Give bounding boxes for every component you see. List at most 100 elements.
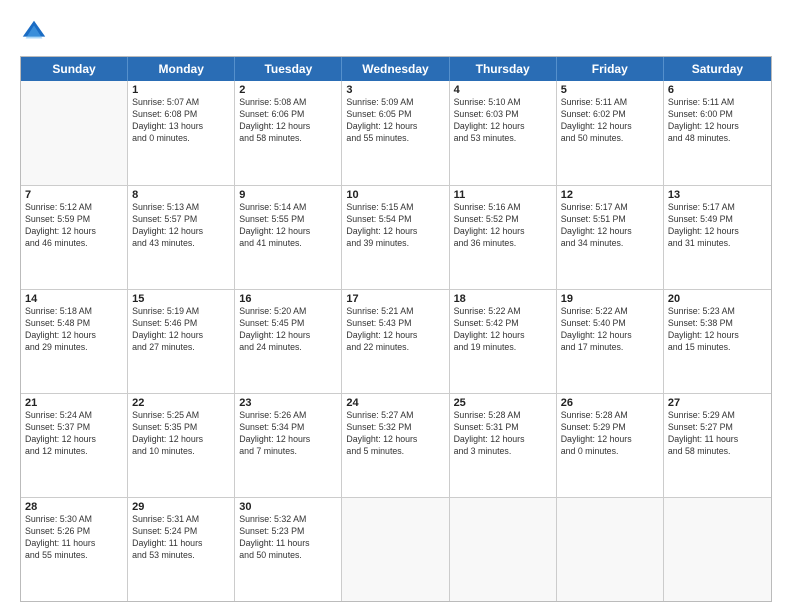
calendar-cell: 28Sunrise: 5:30 AM Sunset: 5:26 PM Dayli…	[21, 498, 128, 601]
calendar-cell: 21Sunrise: 5:24 AM Sunset: 5:37 PM Dayli…	[21, 394, 128, 497]
day-number: 17	[346, 293, 444, 305]
day-number: 21	[25, 397, 123, 409]
calendar-cell: 5Sunrise: 5:11 AM Sunset: 6:02 PM Daylig…	[557, 81, 664, 185]
day-number: 3	[346, 84, 444, 96]
day-number: 10	[346, 189, 444, 201]
calendar-cell: 2Sunrise: 5:08 AM Sunset: 6:06 PM Daylig…	[235, 81, 342, 185]
calendar-cell	[557, 498, 664, 601]
day-number: 19	[561, 293, 659, 305]
day-info: Sunrise: 5:21 AM Sunset: 5:43 PM Dayligh…	[346, 306, 444, 354]
day-info: Sunrise: 5:17 AM Sunset: 5:51 PM Dayligh…	[561, 202, 659, 250]
calendar-cell: 7Sunrise: 5:12 AM Sunset: 5:59 PM Daylig…	[21, 186, 128, 289]
day-info: Sunrise: 5:28 AM Sunset: 5:29 PM Dayligh…	[561, 410, 659, 458]
day-number: 27	[668, 397, 767, 409]
day-number: 22	[132, 397, 230, 409]
calendar-cell: 11Sunrise: 5:16 AM Sunset: 5:52 PM Dayli…	[450, 186, 557, 289]
calendar-cell: 13Sunrise: 5:17 AM Sunset: 5:49 PM Dayli…	[664, 186, 771, 289]
day-info: Sunrise: 5:24 AM Sunset: 5:37 PM Dayligh…	[25, 410, 123, 458]
day-info: Sunrise: 5:22 AM Sunset: 5:42 PM Dayligh…	[454, 306, 552, 354]
header-cell-friday: Friday	[557, 57, 664, 81]
day-info: Sunrise: 5:20 AM Sunset: 5:45 PM Dayligh…	[239, 306, 337, 354]
day-info: Sunrise: 5:10 AM Sunset: 6:03 PM Dayligh…	[454, 97, 552, 145]
page: SundayMondayTuesdayWednesdayThursdayFrid…	[0, 0, 792, 612]
day-number: 6	[668, 84, 767, 96]
header-cell-thursday: Thursday	[450, 57, 557, 81]
day-info: Sunrise: 5:15 AM Sunset: 5:54 PM Dayligh…	[346, 202, 444, 250]
calendar-cell: 20Sunrise: 5:23 AM Sunset: 5:38 PM Dayli…	[664, 290, 771, 393]
header	[20, 18, 772, 46]
day-number: 29	[132, 501, 230, 513]
day-number: 26	[561, 397, 659, 409]
header-cell-wednesday: Wednesday	[342, 57, 449, 81]
day-number: 8	[132, 189, 230, 201]
calendar-cell: 25Sunrise: 5:28 AM Sunset: 5:31 PM Dayli…	[450, 394, 557, 497]
calendar-cell: 17Sunrise: 5:21 AM Sunset: 5:43 PM Dayli…	[342, 290, 449, 393]
day-number: 5	[561, 84, 659, 96]
day-info: Sunrise: 5:12 AM Sunset: 5:59 PM Dayligh…	[25, 202, 123, 250]
header-cell-tuesday: Tuesday	[235, 57, 342, 81]
calendar-cell: 6Sunrise: 5:11 AM Sunset: 6:00 PM Daylig…	[664, 81, 771, 185]
calendar-week-5: 28Sunrise: 5:30 AM Sunset: 5:26 PM Dayli…	[21, 497, 771, 601]
day-number: 18	[454, 293, 552, 305]
calendar-cell: 9Sunrise: 5:14 AM Sunset: 5:55 PM Daylig…	[235, 186, 342, 289]
day-number: 2	[239, 84, 337, 96]
calendar-body: 1Sunrise: 5:07 AM Sunset: 6:08 PM Daylig…	[21, 81, 771, 601]
logo-icon	[20, 18, 48, 46]
calendar-cell: 8Sunrise: 5:13 AM Sunset: 5:57 PM Daylig…	[128, 186, 235, 289]
day-info: Sunrise: 5:07 AM Sunset: 6:08 PM Dayligh…	[132, 97, 230, 145]
calendar-cell: 23Sunrise: 5:26 AM Sunset: 5:34 PM Dayli…	[235, 394, 342, 497]
day-info: Sunrise: 5:14 AM Sunset: 5:55 PM Dayligh…	[239, 202, 337, 250]
day-info: Sunrise: 5:26 AM Sunset: 5:34 PM Dayligh…	[239, 410, 337, 458]
calendar-cell: 3Sunrise: 5:09 AM Sunset: 6:05 PM Daylig…	[342, 81, 449, 185]
calendar-cell: 1Sunrise: 5:07 AM Sunset: 6:08 PM Daylig…	[128, 81, 235, 185]
day-number: 4	[454, 84, 552, 96]
header-cell-sunday: Sunday	[21, 57, 128, 81]
day-info: Sunrise: 5:16 AM Sunset: 5:52 PM Dayligh…	[454, 202, 552, 250]
calendar-cell	[664, 498, 771, 601]
day-info: Sunrise: 5:22 AM Sunset: 5:40 PM Dayligh…	[561, 306, 659, 354]
calendar-cell: 29Sunrise: 5:31 AM Sunset: 5:24 PM Dayli…	[128, 498, 235, 601]
day-number: 23	[239, 397, 337, 409]
calendar-week-1: 1Sunrise: 5:07 AM Sunset: 6:08 PM Daylig…	[21, 81, 771, 185]
day-number: 14	[25, 293, 123, 305]
day-number: 30	[239, 501, 337, 513]
day-number: 15	[132, 293, 230, 305]
calendar-week-3: 14Sunrise: 5:18 AM Sunset: 5:48 PM Dayli…	[21, 289, 771, 393]
logo	[20, 18, 52, 46]
calendar-cell: 19Sunrise: 5:22 AM Sunset: 5:40 PM Dayli…	[557, 290, 664, 393]
day-number: 11	[454, 189, 552, 201]
day-info: Sunrise: 5:19 AM Sunset: 5:46 PM Dayligh…	[132, 306, 230, 354]
day-info: Sunrise: 5:17 AM Sunset: 5:49 PM Dayligh…	[668, 202, 767, 250]
day-info: Sunrise: 5:09 AM Sunset: 6:05 PM Dayligh…	[346, 97, 444, 145]
header-cell-saturday: Saturday	[664, 57, 771, 81]
calendar-cell: 14Sunrise: 5:18 AM Sunset: 5:48 PM Dayli…	[21, 290, 128, 393]
calendar-week-4: 21Sunrise: 5:24 AM Sunset: 5:37 PM Dayli…	[21, 393, 771, 497]
calendar-cell	[342, 498, 449, 601]
day-number: 20	[668, 293, 767, 305]
day-info: Sunrise: 5:28 AM Sunset: 5:31 PM Dayligh…	[454, 410, 552, 458]
day-info: Sunrise: 5:11 AM Sunset: 6:00 PM Dayligh…	[668, 97, 767, 145]
day-info: Sunrise: 5:25 AM Sunset: 5:35 PM Dayligh…	[132, 410, 230, 458]
calendar-cell: 26Sunrise: 5:28 AM Sunset: 5:29 PM Dayli…	[557, 394, 664, 497]
calendar-cell: 12Sunrise: 5:17 AM Sunset: 5:51 PM Dayli…	[557, 186, 664, 289]
day-number: 28	[25, 501, 123, 513]
header-cell-monday: Monday	[128, 57, 235, 81]
calendar-cell: 27Sunrise: 5:29 AM Sunset: 5:27 PM Dayli…	[664, 394, 771, 497]
day-info: Sunrise: 5:18 AM Sunset: 5:48 PM Dayligh…	[25, 306, 123, 354]
day-info: Sunrise: 5:23 AM Sunset: 5:38 PM Dayligh…	[668, 306, 767, 354]
calendar-cell: 24Sunrise: 5:27 AM Sunset: 5:32 PM Dayli…	[342, 394, 449, 497]
calendar-cell: 16Sunrise: 5:20 AM Sunset: 5:45 PM Dayli…	[235, 290, 342, 393]
day-number: 12	[561, 189, 659, 201]
day-number: 13	[668, 189, 767, 201]
day-info: Sunrise: 5:11 AM Sunset: 6:02 PM Dayligh…	[561, 97, 659, 145]
day-info: Sunrise: 5:31 AM Sunset: 5:24 PM Dayligh…	[132, 514, 230, 562]
day-info: Sunrise: 5:13 AM Sunset: 5:57 PM Dayligh…	[132, 202, 230, 250]
calendar: SundayMondayTuesdayWednesdayThursdayFrid…	[20, 56, 772, 602]
day-info: Sunrise: 5:30 AM Sunset: 5:26 PM Dayligh…	[25, 514, 123, 562]
day-info: Sunrise: 5:32 AM Sunset: 5:23 PM Dayligh…	[239, 514, 337, 562]
calendar-cell: 22Sunrise: 5:25 AM Sunset: 5:35 PM Dayli…	[128, 394, 235, 497]
day-number: 24	[346, 397, 444, 409]
day-number: 7	[25, 189, 123, 201]
day-number: 1	[132, 84, 230, 96]
calendar-cell	[450, 498, 557, 601]
